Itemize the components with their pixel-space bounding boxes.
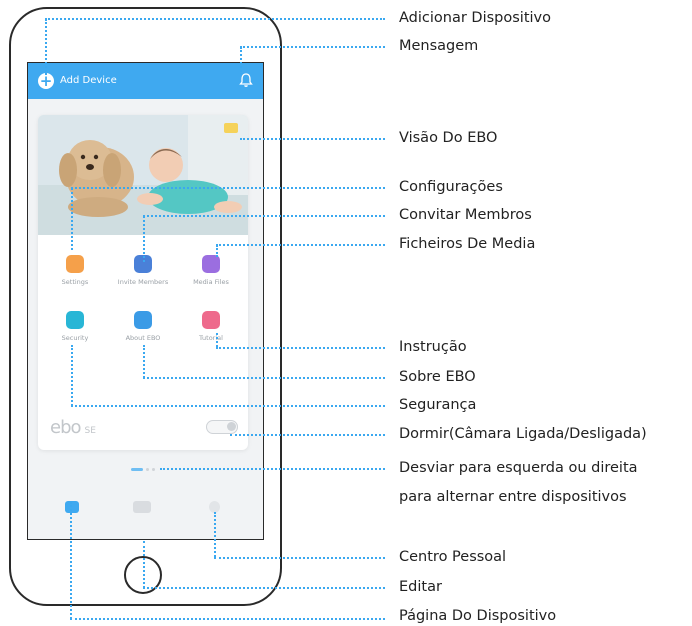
callout-tutorial: Instrução xyxy=(399,339,467,355)
callout-edit: Editar xyxy=(399,579,442,595)
about-ebo-tile[interactable]: About EBO xyxy=(113,311,173,342)
ebo-model-label: SE xyxy=(84,426,96,436)
media-files-tile[interactable]: Media Files xyxy=(181,255,241,286)
callout-line xyxy=(70,618,385,620)
about-ebo-icon xyxy=(134,311,152,329)
callout-settings: Configurações xyxy=(399,179,503,195)
callout-line xyxy=(143,215,385,217)
callout-line xyxy=(216,347,385,349)
callout-line xyxy=(216,244,385,246)
callout-line xyxy=(214,512,216,557)
tutorial-icon xyxy=(202,311,220,329)
callout-line xyxy=(143,541,145,588)
invite-members-label: Invite Members xyxy=(117,278,169,286)
callout-line xyxy=(143,377,385,379)
device-pager[interactable] xyxy=(131,468,158,471)
callout-line xyxy=(143,216,145,262)
callout-about-ebo: Sobre EBO xyxy=(399,369,476,385)
callout-line xyxy=(240,138,385,140)
callout-device-page: Página Do Dispositivo xyxy=(399,608,557,624)
callout-personal-center: Centro Pessoal xyxy=(399,549,507,565)
pager-dot xyxy=(146,468,149,471)
tutorial-tile[interactable]: Tutorial xyxy=(181,311,241,342)
callout-line xyxy=(70,502,72,619)
callout-line xyxy=(216,333,218,347)
security-tile[interactable]: Security xyxy=(45,311,105,342)
ebo-logo: ebo SE xyxy=(50,417,96,438)
callout-invite-members: Convitar Membros xyxy=(399,207,532,223)
settings-icon xyxy=(66,255,84,273)
callout-line xyxy=(45,19,47,75)
add-device-icon[interactable]: + xyxy=(38,73,54,89)
callout-line xyxy=(160,468,385,470)
callout-line xyxy=(45,18,385,20)
device-page-tab-icon[interactable] xyxy=(65,501,79,513)
add-device-label[interactable]: Add Device xyxy=(60,73,117,89)
app-header: + Add Device xyxy=(28,63,263,99)
callout-line xyxy=(230,434,385,436)
callout-line xyxy=(214,557,385,559)
pager-dot-active xyxy=(131,468,143,471)
callout-line xyxy=(71,187,385,189)
settings-label: Settings xyxy=(61,278,89,286)
callout-line xyxy=(143,345,145,378)
edit-tab-icon[interactable] xyxy=(133,501,151,513)
media-files-label: Media Files xyxy=(193,278,229,286)
settings-tile[interactable]: Settings xyxy=(45,255,105,286)
callout-line xyxy=(240,47,242,75)
sleep-toggle-knob xyxy=(227,422,236,431)
tutorial-label: Tutorial xyxy=(199,334,223,342)
callout-line xyxy=(71,345,73,406)
bottom-tab-bar xyxy=(28,489,263,539)
callout-add-device: Adicionar Dispositivo xyxy=(399,10,551,26)
callout-ebo-view: Visão Do EBO xyxy=(399,130,498,146)
security-icon xyxy=(66,311,84,329)
media-files-icon xyxy=(202,255,220,273)
callout-sleep: Dormir(Câmara Ligada/Desligada) xyxy=(399,426,647,442)
callout-line xyxy=(71,405,385,407)
callout-media-files: Ficheiros De Media xyxy=(399,236,536,252)
callout-swipe-line1: Desviar para esquerda ou direita xyxy=(399,460,638,476)
security-label: Security xyxy=(61,334,89,342)
device-card[interactable]: Settings Invite Members Media Files Secu… xyxy=(38,115,248,450)
pager-dot xyxy=(152,468,155,471)
ebo-logo-text: ebo xyxy=(50,417,82,438)
callout-security: Segurança xyxy=(399,397,477,413)
camera-status-badge xyxy=(224,123,238,133)
callout-line xyxy=(216,245,218,257)
callout-line xyxy=(71,188,73,250)
callout-line xyxy=(143,587,385,589)
callout-swipe-line2: para alternar entre dispositivos xyxy=(399,489,627,505)
sleep-toggle[interactable] xyxy=(206,420,238,434)
callout-line xyxy=(240,46,385,48)
about-ebo-label: About EBO xyxy=(125,334,161,342)
callout-message: Mensagem xyxy=(399,38,479,54)
